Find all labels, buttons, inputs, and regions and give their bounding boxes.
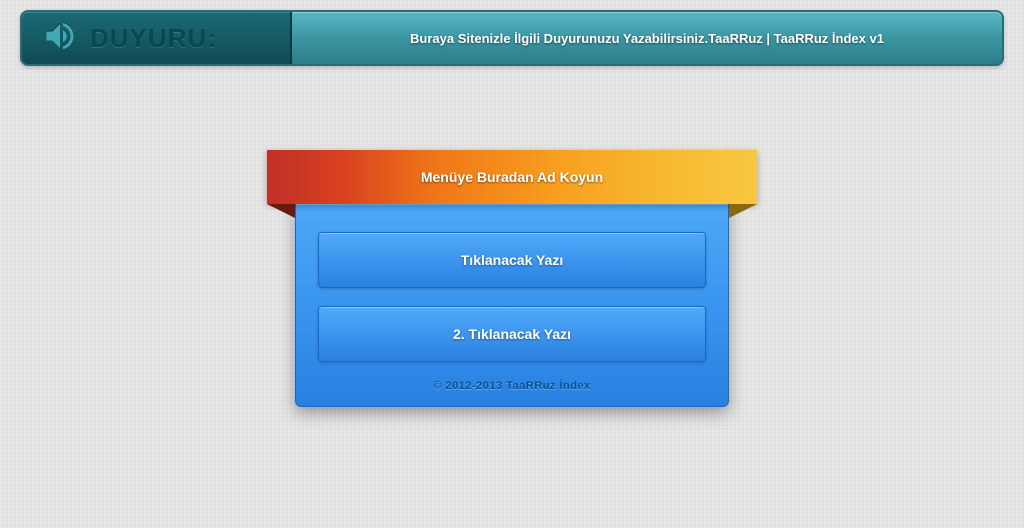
menu-item-1[interactable]: Tıklanacak Yazı	[318, 232, 706, 288]
menu-item-2[interactable]: 2. Tıklanacak Yazı	[318, 306, 706, 362]
footer-copyright: © 2012-2013 TaaRRuz İndex	[318, 380, 706, 392]
menu-container: Menüye Buradan Ad Koyun Tıklanacak Yazı …	[267, 150, 757, 407]
announcement-text: Buraya Sitenizle İlgili Duyurunuzu Yazab…	[292, 12, 1002, 64]
menu-panel: Tıklanacak Yazı 2. Tıklanacak Yazı © 201…	[295, 204, 729, 407]
announcement-bar: Duyuru: Buraya Sitenizle İlgili Duyurunu…	[20, 10, 1004, 66]
menu-ribbon: Menüye Buradan Ad Koyun	[267, 150, 757, 204]
ribbon-fold-right	[729, 204, 757, 218]
speaker-icon	[42, 18, 78, 59]
ribbon-fold-left	[267, 204, 295, 218]
announcement-title: Duyuru:	[90, 23, 217, 54]
announcement-label-box: Duyuru:	[22, 12, 292, 64]
menu-title: Menüye Buradan Ad Koyun	[421, 169, 603, 185]
